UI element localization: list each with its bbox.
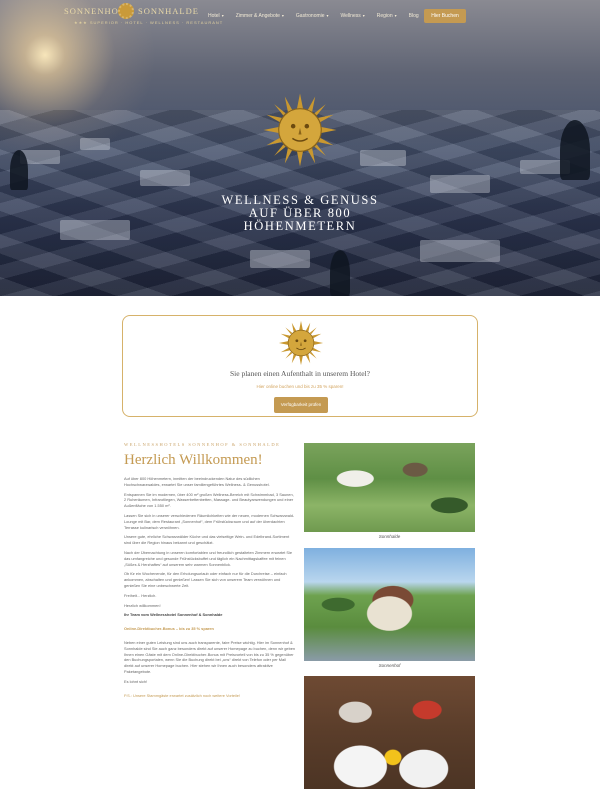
- menu-item-wellness[interactable]: Wellness ▾: [341, 13, 365, 19]
- tree-silhouette: [560, 120, 590, 180]
- logo-brand-right: SONNHALDE: [138, 6, 199, 16]
- logo-tagline: ★★★ SUPERIOR · HOTEL · WELLNESS · RESTAU…: [74, 20, 224, 25]
- menu-label: Hotel: [208, 13, 220, 19]
- booking-title: Sie planen einen Aufenthalt in unserem H…: [230, 369, 370, 378]
- welcome-paragraph: Unsere gute, ehrliche Schwarzwälder Küch…: [124, 534, 290, 546]
- menu-item-gastronomie[interactable]: Gastronomie ▾: [296, 13, 329, 19]
- bonus-heading: Online-Direktbucher-Bonus – bis zu 35 % …: [124, 626, 214, 632]
- booking-card: Sie planen einen Aufenthalt in unserem H…: [122, 315, 478, 417]
- booking-subtitle: Hier online buchen und bis zu 35 % spare…: [256, 384, 344, 389]
- welcome-text-column: Auf über 800 Höhenmetern, inmitten der b…: [124, 476, 296, 702]
- ps-link[interactable]: P.S.: Unsere Stammgäste erwartet zusätzl…: [124, 693, 296, 699]
- sun-emblem-icon: [278, 320, 324, 366]
- chevron-down-icon: ▾: [281, 13, 284, 18]
- main-menu: Hotel ▾ Zimmer & Angebote ▾ Gastronomie ▾ W…: [208, 13, 431, 19]
- closing-text: Es lohnt sich!: [124, 678, 148, 684]
- site-logo[interactable]: SONNENHOF SONNHALDE ★★★ SUPERIOR · HOTEL…: [64, 3, 222, 29]
- menu-item-region[interactable]: Region ▾: [377, 13, 397, 19]
- menu-item-blog[interactable]: Blog: [409, 13, 419, 19]
- chevron-down-icon: ▾: [221, 13, 224, 18]
- menu-label: Zimmer & Angebote: [235, 13, 280, 19]
- welcome-paragraph: Nach der Übernachtung in unseren komfort…: [124, 549, 293, 567]
- team-signature: Ihr Team vom Wellnesshotel Sonnenhof & S…: [124, 612, 223, 618]
- menu-label: Gastronomie: [295, 13, 325, 19]
- welcome-paragraph: Herzlich willkommen!: [124, 602, 161, 608]
- chevron-down-icon: ▾: [326, 13, 329, 18]
- sun-emblem-icon: [263, 93, 337, 167]
- welcome-paragraph: Auf über 800 Höhenmetern, inmitten der b…: [124, 476, 270, 487]
- hero-section: SONNENHOF SONNHALDE ★★★ SUPERIOR · HOTEL…: [0, 0, 600, 296]
- sun-logo-icon: [118, 3, 134, 19]
- menu-label: Region: [376, 13, 393, 19]
- chevron-down-icon: ▾: [362, 13, 365, 18]
- welcome-paragraph: Ob für ein Wochenende, für den Erholungs…: [124, 571, 287, 588]
- sonnhalde-aerial-photo: [304, 443, 475, 532]
- welcome-paragraph: Lassen Sie sich in unserer verschiedenen…: [124, 512, 295, 530]
- hero-title: WELLNESS & GENUSS AUF ÜBER 800 HÖHENMETE…: [150, 194, 450, 233]
- tree-silhouette: [330, 250, 350, 296]
- menu-label: Blog: [408, 13, 419, 19]
- logo-brand-left: SONNENHOF: [64, 6, 125, 16]
- menu-item-zimmer-angebote[interactable]: Zimmer & Angebote ▾: [236, 13, 284, 19]
- welcome-title: Herzlich Willkommen!: [124, 452, 263, 468]
- hero-title-line: HÖHENMETERN: [243, 219, 357, 233]
- photo-caption: Sonnhalde: [378, 534, 401, 539]
- photo-caption: Sonnenhof: [378, 663, 401, 668]
- welcome-paragraph: Freiheit... Herzlich.: [124, 592, 157, 598]
- menu-label: Wellness: [340, 13, 361, 19]
- chevron-down-icon: ▾: [394, 13, 397, 18]
- top-navigation: SONNENHOF SONNHALDE ★★★ SUPERIOR · HOTEL…: [0, 0, 600, 34]
- sonnenhof-aerial-photo: [304, 548, 475, 661]
- check-availability-button[interactable]: Verfügbarkeit prüfen: [274, 397, 328, 413]
- menu-item-hotel[interactable]: Hotel ▾: [208, 13, 224, 19]
- book-now-button[interactable]: Hier Buchen: [424, 9, 466, 23]
- bonus-text: Neben einer guten Leistung sind uns auch…: [124, 639, 296, 674]
- tree-silhouette: [10, 150, 28, 190]
- hosts-portrait-photo: [304, 676, 475, 789]
- section-kicker: WELLNESSHOTELS SONNENHOF & SONNHALDE: [124, 442, 281, 447]
- welcome-paragraph: Entspannen Sie im modernen, über 400 m² …: [124, 491, 294, 509]
